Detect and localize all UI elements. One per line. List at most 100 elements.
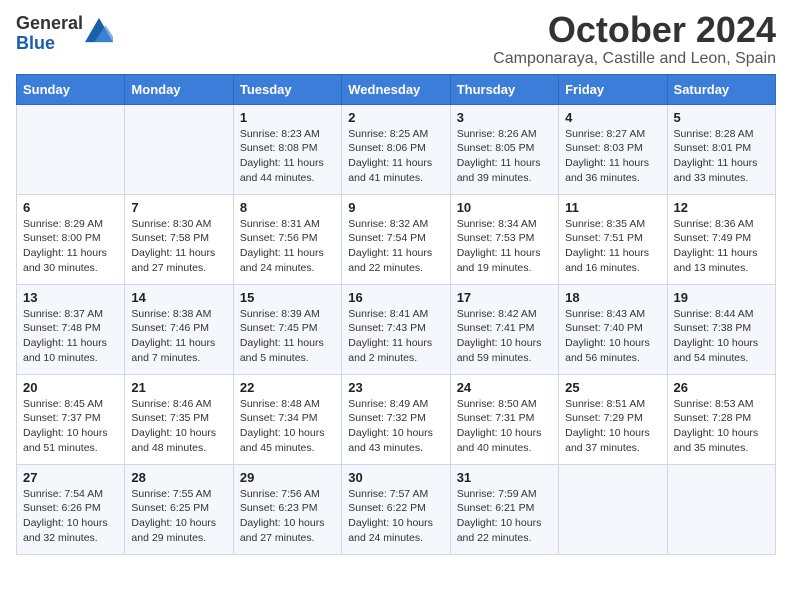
- day-detail: Sunrise: 8:46 AMSunset: 7:35 PMDaylight:…: [131, 397, 226, 456]
- day-detail: Sunrise: 8:41 AMSunset: 7:43 PMDaylight:…: [348, 307, 443, 366]
- day-detail: Sunrise: 8:23 AMSunset: 8:08 PMDaylight:…: [240, 127, 335, 186]
- day-cell: 18Sunrise: 8:43 AMSunset: 7:40 PMDayligh…: [559, 284, 667, 374]
- header-day-wednesday: Wednesday: [342, 74, 450, 104]
- day-number: 22: [240, 380, 335, 395]
- day-detail: Sunrise: 8:39 AMSunset: 7:45 PMDaylight:…: [240, 307, 335, 366]
- header: General Blue October 2024 Camponaraya, C…: [16, 10, 776, 68]
- day-detail: Sunrise: 8:35 AMSunset: 7:51 PMDaylight:…: [565, 217, 660, 276]
- month-title: October 2024: [493, 10, 776, 50]
- day-detail: Sunrise: 7:54 AMSunset: 6:26 PMDaylight:…: [23, 487, 118, 546]
- day-number: 28: [131, 470, 226, 485]
- logo-general: General: [16, 14, 83, 34]
- day-detail: Sunrise: 7:59 AMSunset: 6:21 PMDaylight:…: [457, 487, 552, 546]
- week-row-4: 20Sunrise: 8:45 AMSunset: 7:37 PMDayligh…: [17, 374, 776, 464]
- day-cell: [125, 104, 233, 194]
- title-block: October 2024 Camponaraya, Castille and L…: [493, 10, 776, 68]
- day-cell: [667, 464, 775, 554]
- day-detail: Sunrise: 8:28 AMSunset: 8:01 PMDaylight:…: [674, 127, 769, 186]
- day-cell: [17, 104, 125, 194]
- day-cell: 29Sunrise: 7:56 AMSunset: 6:23 PMDayligh…: [233, 464, 341, 554]
- day-cell: 26Sunrise: 8:53 AMSunset: 7:28 PMDayligh…: [667, 374, 775, 464]
- day-detail: Sunrise: 8:51 AMSunset: 7:29 PMDaylight:…: [565, 397, 660, 456]
- day-detail: Sunrise: 7:57 AMSunset: 6:22 PMDaylight:…: [348, 487, 443, 546]
- day-detail: Sunrise: 8:37 AMSunset: 7:48 PMDaylight:…: [23, 307, 118, 366]
- subtitle: Camponaraya, Castille and Leon, Spain: [493, 50, 776, 68]
- day-detail: Sunrise: 8:49 AMSunset: 7:32 PMDaylight:…: [348, 397, 443, 456]
- day-detail: Sunrise: 7:55 AMSunset: 6:25 PMDaylight:…: [131, 487, 226, 546]
- day-number: 23: [348, 380, 443, 395]
- day-cell: 9 Sunrise: 8:32 AMSunset: 7:54 PMDaylight…: [342, 194, 450, 284]
- day-number: 10: [457, 200, 552, 215]
- day-cell: 4Sunrise: 8:27 AMSunset: 8:03 PMDaylight…: [559, 104, 667, 194]
- day-cell: 12 Sunrise: 8:36 AMSunset: 7:49 PMDayligh…: [667, 194, 775, 284]
- day-detail: Sunrise: 8:38 AMSunset: 7:46 PMDaylight:…: [131, 307, 226, 366]
- day-detail: Sunrise: 8:32 AMSunset: 7:54 PMDaylight:…: [348, 217, 443, 276]
- day-cell: 20Sunrise: 8:45 AMSunset: 7:37 PMDayligh…: [17, 374, 125, 464]
- header-day-friday: Friday: [559, 74, 667, 104]
- day-cell: 31 Sunrise: 7:59 AMSunset: 6:21 PMDayligh…: [450, 464, 558, 554]
- day-number: 27: [23, 470, 118, 485]
- day-number: 14: [131, 290, 226, 305]
- day-number: 16: [348, 290, 443, 305]
- page: General Blue October 2024 Camponaraya, C…: [0, 0, 792, 571]
- day-cell: 28 Sunrise: 7:55 AMSunset: 6:25 PMDayligh…: [125, 464, 233, 554]
- day-number: 8: [240, 200, 335, 215]
- day-cell: 8Sunrise: 8:31 AMSunset: 7:56 PMDaylight…: [233, 194, 341, 284]
- header-day-monday: Monday: [125, 74, 233, 104]
- week-row-2: 6Sunrise: 8:29 AMSunset: 8:00 PMDaylight…: [17, 194, 776, 284]
- day-cell: 14 Sunrise: 8:38 AMSunset: 7:46 PMDayligh…: [125, 284, 233, 374]
- day-cell: 15 Sunrise: 8:39 AMSunset: 7:45 PMDayligh…: [233, 284, 341, 374]
- day-cell: 11 Sunrise: 8:35 AMSunset: 7:51 PMDayligh…: [559, 194, 667, 284]
- day-number: 31: [457, 470, 552, 485]
- day-number: 19: [674, 290, 769, 305]
- day-cell: 7 Sunrise: 8:30 AMSunset: 7:58 PMDaylight…: [125, 194, 233, 284]
- day-cell: 30 Sunrise: 7:57 AMSunset: 6:22 PMDayligh…: [342, 464, 450, 554]
- day-cell: 13 Sunrise: 8:37 AMSunset: 7:48 PMDayligh…: [17, 284, 125, 374]
- day-detail: Sunrise: 8:26 AMSunset: 8:05 PMDaylight:…: [457, 127, 552, 186]
- day-detail: Sunrise: 8:36 AMSunset: 7:49 PMDaylight:…: [674, 217, 769, 276]
- day-detail: Sunrise: 8:53 AMSunset: 7:28 PMDaylight:…: [674, 397, 769, 456]
- day-cell: 21 Sunrise: 8:46 AMSunset: 7:35 PMDayligh…: [125, 374, 233, 464]
- day-cell: 5 Sunrise: 8:28 AMSunset: 8:01 PMDaylight…: [667, 104, 775, 194]
- day-cell: 2 Sunrise: 8:25 AMSunset: 8:06 PMDaylight…: [342, 104, 450, 194]
- header-day-sunday: Sunday: [17, 74, 125, 104]
- day-number: 7: [131, 200, 226, 215]
- day-number: 21: [131, 380, 226, 395]
- day-detail: Sunrise: 7:56 AMSunset: 6:23 PMDaylight:…: [240, 487, 335, 546]
- week-row-3: 13 Sunrise: 8:37 AMSunset: 7:48 PMDayligh…: [17, 284, 776, 374]
- day-detail: Sunrise: 8:42 AMSunset: 7:41 PMDaylight:…: [457, 307, 552, 366]
- header-day-saturday: Saturday: [667, 74, 775, 104]
- day-detail: Sunrise: 8:50 AMSunset: 7:31 PMDaylight:…: [457, 397, 552, 456]
- calendar-table: SundayMondayTuesdayWednesdayThursdayFrid…: [16, 74, 776, 555]
- day-number: 12: [674, 200, 769, 215]
- day-cell: 3Sunrise: 8:26 AMSunset: 8:05 PMDaylight…: [450, 104, 558, 194]
- day-number: 13: [23, 290, 118, 305]
- logo-blue: Blue: [16, 34, 83, 54]
- day-cell: 25 Sunrise: 8:51 AMSunset: 7:29 PMDayligh…: [559, 374, 667, 464]
- day-number: 11: [565, 200, 660, 215]
- day-cell: 23 Sunrise: 8:49 AMSunset: 7:32 PMDayligh…: [342, 374, 450, 464]
- day-detail: Sunrise: 8:25 AMSunset: 8:06 PMDaylight:…: [348, 127, 443, 186]
- day-number: 4: [565, 110, 660, 125]
- logo-icon: [85, 16, 113, 44]
- day-number: 20: [23, 380, 118, 395]
- day-cell: 27 Sunrise: 7:54 AMSunset: 6:26 PMDayligh…: [17, 464, 125, 554]
- day-number: 15: [240, 290, 335, 305]
- day-number: 17: [457, 290, 552, 305]
- week-row-5: 27 Sunrise: 7:54 AMSunset: 6:26 PMDayligh…: [17, 464, 776, 554]
- day-number: 5: [674, 110, 769, 125]
- day-cell: 10Sunrise: 8:34 AMSunset: 7:53 PMDayligh…: [450, 194, 558, 284]
- day-number: 30: [348, 470, 443, 485]
- header-day-thursday: Thursday: [450, 74, 558, 104]
- day-cell: 16 Sunrise: 8:41 AMSunset: 7:43 PMDayligh…: [342, 284, 450, 374]
- day-number: 9: [348, 200, 443, 215]
- day-cell: 24Sunrise: 8:50 AMSunset: 7:31 PMDayligh…: [450, 374, 558, 464]
- day-detail: Sunrise: 8:44 AMSunset: 7:38 PMDaylight:…: [674, 307, 769, 366]
- day-detail: Sunrise: 8:30 AMSunset: 7:58 PMDaylight:…: [131, 217, 226, 276]
- header-row: SundayMondayTuesdayWednesdayThursdayFrid…: [17, 74, 776, 104]
- day-cell: 22Sunrise: 8:48 AMSunset: 7:34 PMDayligh…: [233, 374, 341, 464]
- day-number: 2: [348, 110, 443, 125]
- day-cell: 1Sunrise: 8:23 AMSunset: 8:08 PMDaylight…: [233, 104, 341, 194]
- day-detail: Sunrise: 8:43 AMSunset: 7:40 PMDaylight:…: [565, 307, 660, 366]
- day-number: 25: [565, 380, 660, 395]
